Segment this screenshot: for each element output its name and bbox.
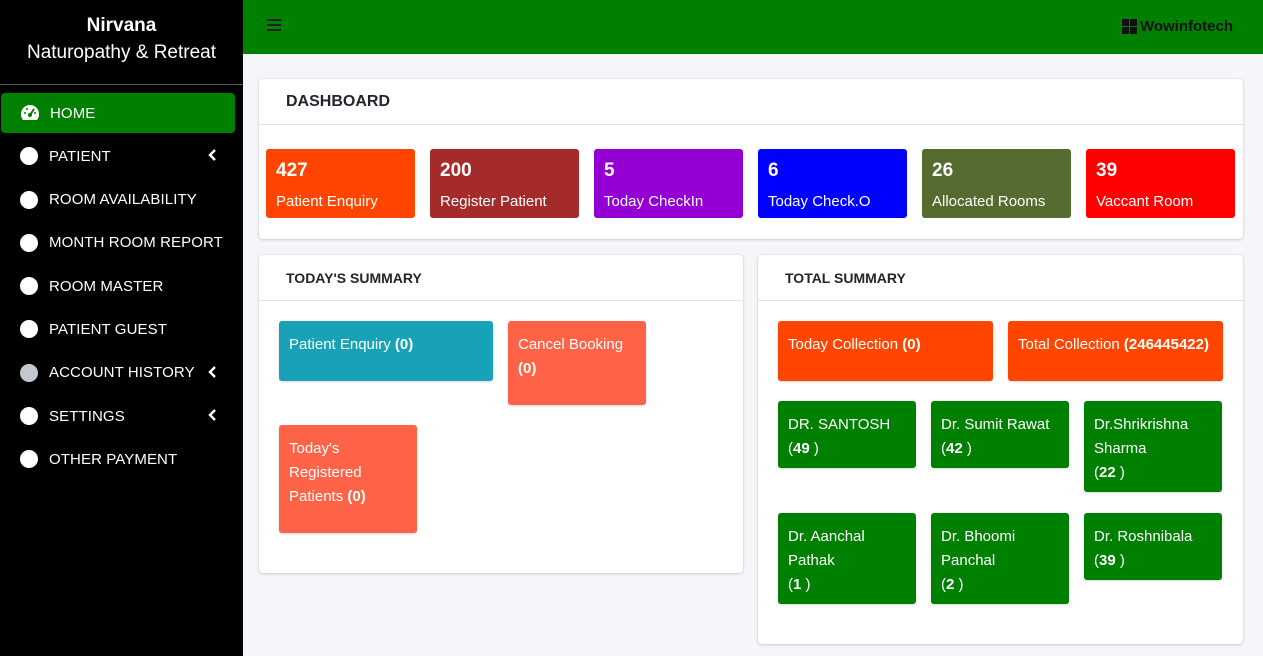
stat-label: Today Check.O [768, 193, 871, 210]
total-summary-card: TOTAL SUMMARY Today Collection (0) Total… [758, 255, 1243, 644]
sidebar-item-patient-guest[interactable]: PATIENT GUEST [1, 309, 235, 349]
stat-today-checkout[interactable]: 6 Today Check.O [758, 149, 907, 218]
sidebar-item-room-availability[interactable]: ROOM AVAILABILITY [1, 180, 235, 220]
doctor-count: 1 [793, 576, 802, 593]
sidebar-item-label: ACCOUNT HISTORY [49, 364, 195, 382]
circle-icon [20, 147, 38, 166]
brand[interactable]: Nirvana Naturopathy & Retreat [0, 0, 243, 85]
tile-label: Total Collection [1018, 336, 1124, 353]
doctor-name: Dr. Bhoomi Panchal [941, 528, 1016, 569]
sidebar-item-account-history[interactable]: ACCOUNT HISTORY [1, 353, 235, 393]
doctor-tile[interactable]: Dr. Sumit Rawat (42 ) [931, 401, 1069, 468]
dashboard-card: DASHBOARD 427 Patient Enquiry 200 Regist… [259, 79, 1243, 239]
stat-vacant-room[interactable]: 39 Vaccant Room [1086, 149, 1235, 218]
doctor-name: Dr. Aanchal Pathak [788, 528, 865, 569]
stat-label: Today CheckIn [604, 193, 704, 210]
circle-icon [20, 407, 38, 426]
tile-total-collection[interactable]: Total Collection (246445422) [1008, 321, 1223, 381]
stat-label: Vaccant Room [1096, 193, 1194, 210]
dashboard-title: DASHBOARD [259, 79, 1243, 125]
circle-icon [20, 190, 38, 209]
sidebar-item-label: SETTINGS [49, 407, 125, 425]
stat-value: 26 [932, 160, 954, 181]
doctor-count: 42 [946, 440, 963, 457]
doctor-name: Dr.Shrikrishna Sharma [1094, 416, 1189, 457]
tile-cancel-booking[interactable]: Cancel Booking (0) [508, 321, 646, 405]
circle-icon [20, 363, 38, 382]
doctor-count: 39 [1099, 552, 1116, 569]
sidebar-item-label: MONTH ROOM REPORT [49, 234, 223, 252]
stat-today-checkin[interactable]: 5 Today CheckIn [594, 149, 743, 218]
chevron-left-icon [208, 149, 216, 162]
tile-value: (0) [347, 488, 366, 505]
company-name: Wowinfotech [1139, 18, 1233, 35]
tile-today-collection[interactable]: Today Collection (0) [778, 321, 993, 381]
tile-value: (0) [902, 336, 921, 353]
stat-label: Patient Enquiry [276, 193, 378, 210]
sidebar-item-label: PATIENT [49, 147, 111, 165]
doctor-tile[interactable]: DR. SANTOSH (49 ) [778, 401, 916, 468]
chevron-left-icon [208, 365, 216, 378]
tile-value: (0) [518, 360, 537, 377]
doctor-name: Dr. Sumit Rawat [941, 416, 1050, 433]
stat-value: 6 [768, 160, 779, 181]
stat-allocated-rooms[interactable]: 26 Allocated Rooms [922, 149, 1071, 218]
sidebar-item-patient[interactable]: PATIENT [1, 136, 235, 176]
sidebar-item-home[interactable]: HOME [1, 93, 235, 133]
sidebar-item-label: PATIENT GUEST [49, 320, 167, 338]
doctor-count: 22 [1099, 464, 1116, 481]
doctor-tile[interactable]: Dr.Shrikrishna Sharma (22 ) [1084, 401, 1222, 492]
hamburger-icon[interactable] [267, 19, 281, 33]
sidebar-item-other-payment[interactable]: OTHER PAYMENT [1, 439, 235, 479]
stat-value: 427 [276, 160, 308, 181]
tile-value: (0) [394, 336, 414, 353]
sidebar-item-label: ROOM MASTER [49, 277, 164, 295]
brand-name: Nirvana [86, 15, 157, 36]
chevron-left-icon [208, 409, 216, 421]
topbar: Wowinfotech [243, 0, 1263, 54]
sidebar-item-settings[interactable]: SETTINGS [1, 396, 235, 436]
sidebar-item-label: OTHER PAYMENT [49, 450, 178, 468]
todays-summary-title: TODAY'S SUMMARY [259, 255, 743, 301]
sidebar-nav: HOME PATIENT ROOM AVAILABILITY MONTH ROO… [0, 85, 243, 479]
circle-icon [20, 277, 38, 296]
circle-icon [20, 450, 38, 469]
sidebar-item-month-room-report[interactable]: MONTH ROOM REPORT [1, 223, 235, 263]
tile-value: (246445422) [1123, 336, 1209, 353]
stat-value: 5 [604, 160, 615, 181]
company-link[interactable]: Wowinfotech [1121, 18, 1233, 35]
tile-todays-registered-patients[interactable]: Today's Registered Patients (0) [279, 425, 417, 533]
stat-label: Register Patient [440, 193, 547, 210]
stat-label: Allocated Rooms [932, 193, 1046, 210]
doctor-count: 2 [946, 576, 955, 593]
stat-patient-enquiry[interactable]: 427 Patient Enquiry [266, 149, 415, 218]
doctor-name: Dr. Roshnibala [1094, 528, 1193, 545]
tile-label: Today Collection [788, 336, 903, 353]
circle-icon [20, 320, 38, 339]
doctor-tile[interactable]: Dr. Aanchal Pathak (1 ) [778, 513, 916, 604]
stat-register-patient[interactable]: 200 Register Patient [430, 149, 579, 218]
stat-value: 200 [440, 160, 472, 181]
tile-label: Patient Enquiry [289, 336, 395, 353]
brand-subtitle: Naturopathy & Retreat [26, 42, 217, 63]
tile-label: Cancel Booking [518, 336, 624, 353]
doctor-name: DR. SANTOSH [788, 416, 891, 433]
todays-summary-card: TODAY'S SUMMARY Patient Enquiry (0) Canc… [259, 255, 743, 573]
sidebar-item-label: ROOM AVAILABILITY [49, 191, 197, 209]
tile-patient-enquiry[interactable]: Patient Enquiry (0) [279, 321, 493, 381]
circle-icon [20, 233, 38, 252]
sidebar-item-room-master[interactable]: ROOM MASTER [1, 266, 235, 306]
total-summary-title: TOTAL SUMMARY [758, 255, 1243, 301]
doctor-tile[interactable]: Dr. Roshnibala (39 ) [1084, 513, 1222, 580]
sidebar: Nirvana Naturopathy & Retreat HOME PATIE… [0, 0, 243, 656]
windows-icon [1121, 19, 1137, 34]
sidebar-item-label: HOME [50, 104, 96, 122]
stat-value: 39 [1096, 160, 1118, 181]
tachometer-icon [20, 105, 40, 120]
doctor-count: 49 [793, 440, 810, 457]
doctor-tile[interactable]: Dr. Bhoomi Panchal (2 ) [931, 513, 1069, 604]
